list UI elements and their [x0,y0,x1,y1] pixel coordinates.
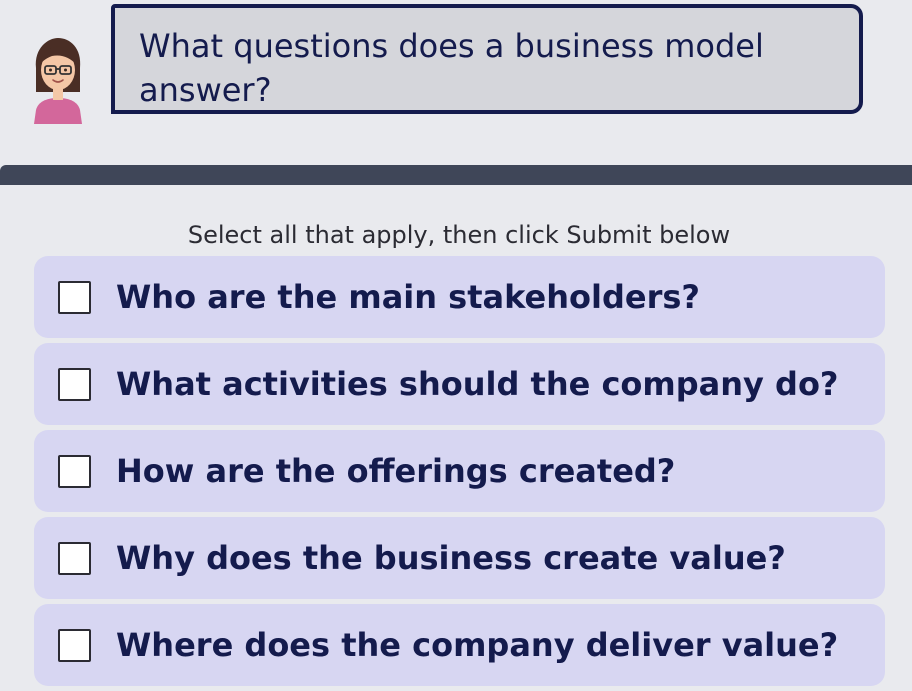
answer-option-offerings[interactable]: How are the offerings created? [34,430,885,512]
tutor-avatar-icon [34,38,82,124]
answer-option-activities[interactable]: What activities should the company do? [34,343,885,425]
question-area: What questions does a business model ans… [0,0,912,165]
answer-option-label: Why does the business create value? [116,539,786,577]
answer-option-label: Where does the company deliver value? [116,626,839,664]
checkbox[interactable] [58,542,91,575]
checkbox[interactable] [58,368,91,401]
answer-options: Who are the main stakeholders? What acti… [34,256,885,691]
answer-option-label: How are the offerings created? [116,452,676,490]
section-divider [0,165,912,185]
question-text: What questions does a business model ans… [139,27,764,109]
answer-option-delivery[interactable]: Where does the company deliver value? [34,604,885,686]
answer-option-label: What activities should the company do? [116,365,839,403]
question-bubble: What questions does a business model ans… [111,4,863,114]
checkbox[interactable] [58,455,91,488]
answer-option-value[interactable]: Why does the business create value? [34,517,885,599]
answer-option-label: Who are the main stakeholders? [116,278,700,316]
checkbox[interactable] [58,629,91,662]
instructions-text: Select all that apply, then click Submit… [187,221,731,249]
answer-option-stakeholders[interactable]: Who are the main stakeholders? [34,256,885,338]
checkbox[interactable] [58,281,91,314]
